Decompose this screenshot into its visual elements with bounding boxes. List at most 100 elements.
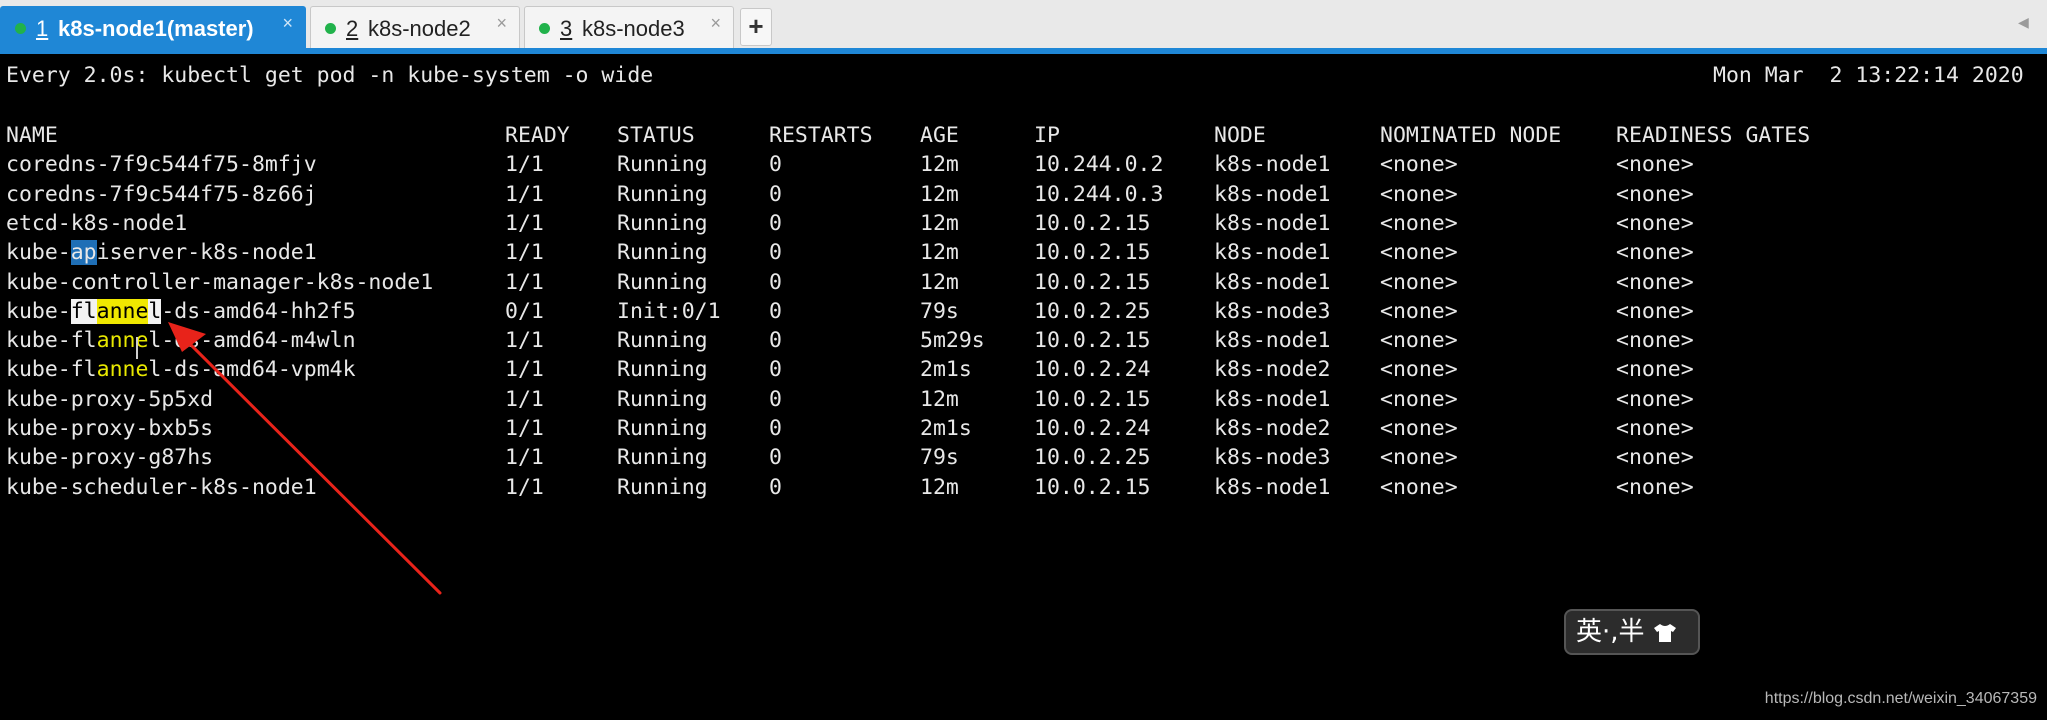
cell-restarts: 0 bbox=[769, 328, 782, 354]
cell-readiness-gates: <none> bbox=[1616, 474, 1694, 500]
terminal-output[interactable]: Every 2.0s: kubectl get pod -n kube-syst… bbox=[0, 60, 2047, 720]
cell-ready: 1/1 bbox=[505, 152, 544, 178]
text-cursor-icon bbox=[136, 337, 138, 359]
connected-status-icon bbox=[15, 23, 26, 34]
cell-restarts: 0 bbox=[769, 386, 782, 412]
cell-age: 2m1s bbox=[920, 416, 972, 441]
cell-node: k8s-node1 bbox=[1214, 386, 1331, 412]
cell-node: k8s-node1 bbox=[1214, 269, 1331, 295]
session-tab-bar: 1 k8s-node1(master) × 2 k8s-node2 × 3 k8… bbox=[0, 0, 2047, 54]
cell-age: 12m bbox=[920, 181, 959, 207]
cell-node: k8s-node3 bbox=[1214, 298, 1331, 324]
tab-number: 2 bbox=[346, 16, 359, 41]
cell-readiness-gates: <none> bbox=[1616, 269, 1694, 295]
cell-nominated-node: <none> bbox=[1380, 474, 1458, 500]
cell-age: 12m bbox=[920, 152, 959, 178]
column-header-readiness-gates: READINESS GATES bbox=[1616, 123, 1811, 148]
source-watermark: https://blog.csdn.net/weixin_34067359 bbox=[1764, 690, 2037, 707]
cell-readiness-gates: <none> bbox=[1616, 240, 1694, 266]
cell-name: kube-controller-manager-k8s-node1 bbox=[6, 269, 434, 295]
cell-age: 79s bbox=[920, 445, 959, 471]
column-header-ip: IP bbox=[1034, 123, 1060, 148]
cell-nominated-node: <none> bbox=[1380, 269, 1458, 295]
cell-name: kube-flannel-ds-amd64-hh2f5 bbox=[6, 298, 356, 324]
cell-nominated-node: <none> bbox=[1380, 357, 1458, 383]
add-tab-button[interactable]: + bbox=[740, 8, 772, 46]
cell-restarts: 0 bbox=[769, 445, 782, 471]
cell-node: k8s-node1 bbox=[1214, 240, 1331, 266]
cell-ip: 10.0.2.15 bbox=[1034, 328, 1151, 354]
cell-node: k8s-node2 bbox=[1214, 357, 1331, 383]
column-header-status: STATUS bbox=[617, 123, 695, 148]
cell-age: 79s bbox=[920, 298, 959, 324]
cell-restarts: 0 bbox=[769, 298, 782, 324]
cell-name: coredns-7f9c544f75-8mfjv bbox=[6, 152, 317, 178]
cell-restarts: 0 bbox=[769, 210, 782, 236]
watch-command: Every 2.0s: kubectl get pod -n kube-syst… bbox=[6, 63, 654, 88]
cell-status: Running bbox=[617, 474, 708, 500]
cell-ready: 1/1 bbox=[505, 416, 544, 441]
cell-status: Running bbox=[617, 181, 708, 207]
cell-restarts: 0 bbox=[769, 416, 782, 441]
shirt-icon bbox=[1653, 623, 1676, 642]
cell-readiness-gates: <none> bbox=[1616, 181, 1694, 207]
column-header-name: NAME bbox=[6, 123, 58, 148]
cell-age: 12m bbox=[920, 474, 959, 500]
cell-ip: 10.0.2.24 bbox=[1034, 416, 1151, 441]
cell-name: kube-proxy-g87hs bbox=[6, 445, 214, 471]
tab-label: k8s-node1(master) bbox=[58, 16, 254, 41]
cell-name: kube-flannel-ds-amd64-vpm4k bbox=[6, 357, 356, 383]
cell-readiness-gates: <none> bbox=[1616, 298, 1694, 324]
cell-restarts: 0 bbox=[769, 474, 782, 500]
cell-nominated-node: <none> bbox=[1380, 210, 1458, 236]
tab-label: k8s-node2 bbox=[368, 16, 471, 41]
cell-ready: 1/1 bbox=[505, 181, 544, 207]
cell-status: Running bbox=[617, 240, 708, 266]
watch-timestamp: Mon Mar 2 13:22:14 2020 bbox=[1713, 63, 2024, 88]
cell-readiness-gates: <none> bbox=[1616, 386, 1694, 412]
cell-ip: 10.0.2.15 bbox=[1034, 386, 1151, 412]
tab-close-icon[interactable]: × bbox=[496, 13, 507, 34]
cell-age: 12m bbox=[920, 240, 959, 266]
cell-readiness-gates: <none> bbox=[1616, 152, 1694, 178]
ime-status-indicator[interactable]: 英·,半 bbox=[1564, 609, 1700, 655]
cell-node: k8s-node1 bbox=[1214, 210, 1331, 236]
cell-ip: 10.0.2.15 bbox=[1034, 474, 1151, 500]
cell-age: 12m bbox=[920, 269, 959, 295]
cell-ready: 0/1 bbox=[505, 298, 544, 324]
cell-nominated-node: <none> bbox=[1380, 298, 1458, 324]
cell-ip: 10.0.2.15 bbox=[1034, 240, 1151, 266]
tab-label: k8s-node3 bbox=[582, 16, 685, 41]
cell-ip: 10.0.2.25 bbox=[1034, 298, 1151, 324]
cell-status: Running bbox=[617, 357, 708, 383]
cell-ready: 1/1 bbox=[505, 386, 544, 412]
cell-status: Running bbox=[617, 416, 708, 441]
cell-ready: 1/1 bbox=[505, 240, 544, 266]
cell-status: Running bbox=[617, 210, 708, 236]
tab-close-icon[interactable]: × bbox=[710, 13, 721, 34]
cell-restarts: 0 bbox=[769, 357, 782, 383]
cell-node: k8s-node1 bbox=[1214, 328, 1331, 354]
cell-readiness-gates: <none> bbox=[1616, 328, 1694, 354]
cell-ready: 1/1 bbox=[505, 357, 544, 383]
cell-ip: 10.0.2.24 bbox=[1034, 357, 1151, 383]
tab-close-icon[interactable]: × bbox=[282, 13, 293, 34]
cell-name: etcd-k8s-node1 bbox=[6, 210, 188, 236]
tab-k8s-node2[interactable]: 2 k8s-node2 × bbox=[310, 6, 520, 48]
tab-scroll-left-icon[interactable]: ◀ bbox=[2018, 14, 2029, 31]
tab-k8s-node1[interactable]: 1 k8s-node1(master) × bbox=[0, 6, 306, 48]
cell-status: Init:0/1 bbox=[617, 298, 721, 324]
cell-readiness-gates: <none> bbox=[1616, 357, 1694, 383]
cell-age: 2m1s bbox=[920, 357, 972, 383]
cell-nominated-node: <none> bbox=[1380, 445, 1458, 471]
column-header-age: AGE bbox=[920, 123, 959, 148]
cell-restarts: 0 bbox=[769, 152, 782, 178]
cell-status: Running bbox=[617, 328, 708, 354]
tab-k8s-node3[interactable]: 3 k8s-node3 × bbox=[524, 6, 734, 48]
column-header-node: NODE bbox=[1214, 123, 1266, 148]
cell-status: Running bbox=[617, 386, 708, 412]
cell-age: 12m bbox=[920, 210, 959, 236]
cell-restarts: 0 bbox=[769, 181, 782, 207]
tab-number: 1 bbox=[36, 16, 49, 41]
cell-nominated-node: <none> bbox=[1380, 152, 1458, 178]
